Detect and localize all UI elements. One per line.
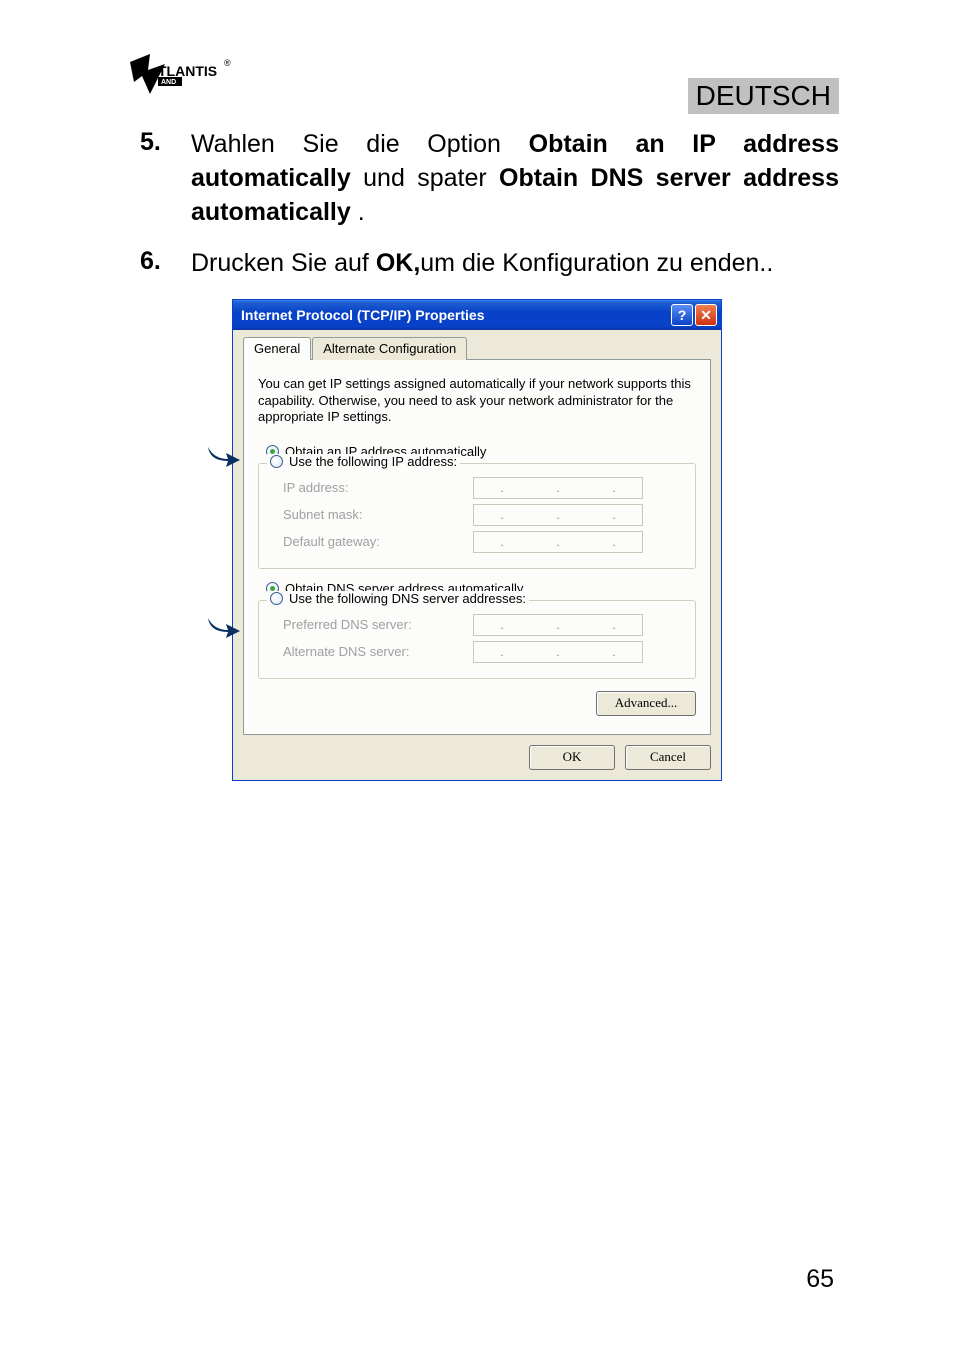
instructions: 5. Wahlen Sie die Option Obtain an IP ad… bbox=[115, 128, 839, 281]
step-6-text: Drucken Sie auf OK,um die Konfiguration … bbox=[191, 247, 839, 281]
title-bar[interactable]: Internet Protocol (TCP/IP) Properties ? … bbox=[233, 300, 721, 330]
tcp-ip-properties-dialog: Internet Protocol (TCP/IP) Properties ? … bbox=[232, 299, 722, 781]
dialog-title: Internet Protocol (TCP/IP) Properties bbox=[237, 307, 669, 323]
radio-use-following-ip[interactable]: Use the following IP address: bbox=[270, 454, 457, 469]
preferred-dns-label: Preferred DNS server: bbox=[283, 617, 473, 632]
pointer-arrow-icon bbox=[206, 445, 240, 467]
help-button[interactable]: ? bbox=[671, 304, 693, 326]
radio-icon bbox=[270, 592, 283, 605]
preferred-dns-input: ... bbox=[473, 614, 643, 636]
alternate-dns-input: ... bbox=[473, 641, 643, 663]
pointer-arrow-icon bbox=[206, 616, 240, 638]
step-5-text: Wahlen Sie die Option Obtain an IP addre… bbox=[191, 128, 839, 229]
default-gateway-input: ... bbox=[473, 531, 643, 553]
step-5-number: 5. bbox=[115, 128, 191, 229]
advanced-button[interactable]: Advanced... bbox=[596, 691, 696, 716]
ip-address-label: IP address: bbox=[283, 480, 473, 495]
radio-label: Use the following IP address: bbox=[289, 454, 457, 469]
tab-general[interactable]: General bbox=[243, 337, 311, 360]
language-label: DEUTSCH bbox=[688, 78, 839, 114]
description-text: You can get IP settings assigned automat… bbox=[258, 376, 696, 426]
subnet-mask-input: ... bbox=[473, 504, 643, 526]
close-button[interactable]: ✕ bbox=[695, 304, 717, 326]
default-gateway-label: Default gateway: bbox=[283, 534, 473, 549]
svg-text:®: ® bbox=[224, 58, 231, 68]
close-icon: ✕ bbox=[700, 307, 712, 324]
logo: TLANTIS AND AND ® bbox=[120, 52, 240, 112]
radio-label: Use the following DNS server addresses: bbox=[289, 591, 526, 606]
radio-use-following-dns[interactable]: Use the following DNS server addresses: bbox=[270, 591, 526, 606]
help-icon: ? bbox=[678, 307, 687, 323]
ip-address-input: ... bbox=[473, 477, 643, 499]
ok-button[interactable]: OK bbox=[529, 745, 615, 770]
page-number: 65 bbox=[806, 1265, 834, 1294]
svg-text:TLANTIS: TLANTIS bbox=[158, 63, 217, 79]
cancel-button[interactable]: Cancel bbox=[625, 745, 711, 770]
tab-alternate-configuration[interactable]: Alternate Configuration bbox=[312, 337, 467, 360]
subnet-mask-label: Subnet mask: bbox=[283, 507, 473, 522]
radio-icon bbox=[270, 455, 283, 468]
svg-text:AND: AND bbox=[161, 79, 176, 86]
alternate-dns-label: Alternate DNS server: bbox=[283, 644, 473, 659]
step-6-number: 6. bbox=[115, 247, 191, 281]
